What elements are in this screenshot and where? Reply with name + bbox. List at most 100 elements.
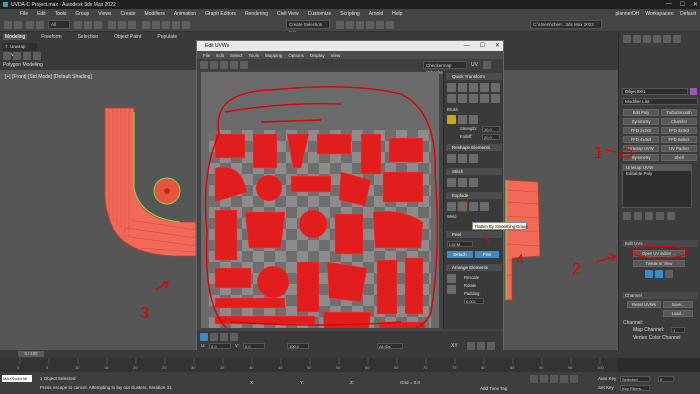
polygon-select-icon[interactable] <box>220 333 228 341</box>
explode-header[interactable]: Explode <box>446 192 502 199</box>
track-bar[interactable]: 0 5 10 15 20 25 30 35 40 45 50 55 60 65 70 75 80 85 90 95 10… <box>0 358 618 372</box>
arnold-icon[interactable] <box>386 21 394 29</box>
percent-snap-icon[interactable] <box>162 21 170 29</box>
previous-frame-icon[interactable] <box>540 375 548 383</box>
align-icon[interactable] <box>182 21 190 29</box>
scale-icon[interactable] <box>128 21 136 29</box>
mesh-right[interactable] <box>505 179 541 301</box>
space-vertical-icon[interactable] <box>491 83 500 92</box>
modifier-list-dropdown[interactable]: Modifier List <box>622 98 698 105</box>
modifier-button-symmetry[interactable]: Symmetry <box>623 118 659 125</box>
ribbon-icon-3[interactable] <box>23 52 31 60</box>
vertex-color-radio[interactable]: Vertex Color Channel <box>633 335 681 341</box>
modifier-button-ffd-4x4x4[interactable]: FFD 4x4x4 <box>623 136 659 143</box>
menu-civil-view[interactable]: Civil View <box>277 11 299 17</box>
stitch-to-target-icon[interactable] <box>447 178 456 187</box>
menu-file[interactable]: File <box>20 11 28 17</box>
modifier-button-shell[interactable]: Shell <box>661 154 697 161</box>
modifier-button-edit-poly[interactable]: Edit Poly <box>623 109 659 116</box>
tweak-icon-1[interactable] <box>645 270 653 278</box>
load-uvs-button[interactable]: Load... <box>663 310 693 317</box>
reset-uvws-button[interactable]: Reset UVWs <box>627 301 661 308</box>
modifier-button-unwrap-uvw[interactable]: Unwrap UVW <box>623 145 659 152</box>
uv-move-icon[interactable] <box>200 61 208 69</box>
rectangle-select-icon[interactable] <box>94 21 102 29</box>
modifier-button-ffd-2x2x2[interactable]: FFD 2x2x2 <box>623 127 659 134</box>
uv-minimize-button[interactable]: — <box>464 41 470 51</box>
next-frame-icon[interactable] <box>560 375 568 383</box>
padding-spinner[interactable]: 0.001 <box>464 298 484 304</box>
quick-transform-header[interactable]: Quick Transform <box>446 73 502 80</box>
open-uv-editor-button[interactable]: Open UV Editor ... <box>633 250 685 257</box>
modifier-button-ffd-3x3x3[interactable]: FFD 3x3x3 <box>661 127 697 134</box>
tweak-in-view-button[interactable]: Tweak In View <box>633 260 685 267</box>
rotate-checkbox[interactable]: Rotate <box>464 283 476 288</box>
rotate-90-icon[interactable] <box>447 94 456 103</box>
relax-icon[interactable] <box>458 154 467 163</box>
ribbon-tab-populate[interactable]: Populate <box>155 34 179 40</box>
viewport-label[interactable]: [+] [Front] [Std Mode] [Default Shading] <box>5 74 92 80</box>
material-editor-icon[interactable] <box>346 21 354 29</box>
rollout-channel[interactable]: Channel <box>622 292 698 299</box>
rollout-edit-uvs[interactable]: Edit UVs <box>622 240 698 247</box>
flip-vertical-icon[interactable] <box>480 94 489 103</box>
zoom-field[interactable]: 100.0 <box>287 343 309 349</box>
uv-menu-tools[interactable]: Tools <box>249 53 260 58</box>
sign-in-user[interactable]: plannerDH <box>615 11 639 17</box>
rotate-neg90-icon[interactable] <box>458 94 467 103</box>
flatten-by-material-id-icon[interactable] <box>469 202 478 211</box>
uv-rotate-icon[interactable] <box>210 61 218 69</box>
map-channel-spinner[interactable]: 1 <box>671 327 685 333</box>
uv-checker-icon[interactable] <box>483 61 491 69</box>
ribbon-tab-modeling[interactable]: Modeling <box>3 34 28 40</box>
menu-scripting[interactable]: Scripting <box>340 11 359 17</box>
rescale-checkbox[interactable]: Rescale <box>464 275 479 280</box>
menu-help[interactable]: Help <box>392 11 402 17</box>
uv-menu-mapping[interactable]: Mapping <box>265 53 282 58</box>
flatten-by-smoothing-group-icon[interactable] <box>457 201 468 212</box>
ribbon-tab-selection[interactable]: Selection <box>76 34 101 40</box>
xy-toggle[interactable]: XY <box>451 343 458 349</box>
schematic-view-icon[interactable] <box>336 21 344 29</box>
polygon-modeling-tab[interactable]: Polygon Modeling <box>3 62 43 68</box>
zoom-extents-icon[interactable] <box>487 342 495 350</box>
texture-dropdown[interactable]: Checkermap (Checker) <box>423 61 467 75</box>
stitch-average-icon[interactable] <box>458 178 467 187</box>
go-to-start-icon[interactable] <box>530 375 538 383</box>
flip-horizontal-icon[interactable] <box>469 94 478 103</box>
modifier-button-uv-packer[interactable]: UV Packer <box>661 145 697 152</box>
menu-rendering[interactable]: Rendering <box>245 11 268 17</box>
flatten-by-polygon-angle-icon[interactable] <box>447 202 456 211</box>
modifier-button-turbosmooth[interactable]: TurboSmooth <box>661 109 697 116</box>
tweak-icon-3[interactable] <box>665 270 673 278</box>
detach-button[interactable]: Detach <box>447 251 473 258</box>
menu-customize[interactable]: Customize <box>308 11 332 17</box>
peel-header[interactable]: Peel <box>446 231 502 238</box>
align-horizontal-icon[interactable] <box>458 83 467 92</box>
undo-icon[interactable] <box>4 21 12 29</box>
menu-animation[interactable]: Animation <box>174 11 196 17</box>
uv-freeform-icon[interactable] <box>230 61 238 69</box>
maximize-button[interactable]: ☐ <box>680 1 685 8</box>
remove-modifier-icon[interactable] <box>656 212 664 220</box>
pan-icon[interactable] <box>467 342 475 350</box>
link-icon[interactable] <box>26 21 34 29</box>
modifier-button-ffd-select[interactable]: FFD Select <box>661 136 697 143</box>
save-uvs-button[interactable]: Save... <box>663 301 693 308</box>
menu-graph-editors[interactable]: Graph Editors <box>205 11 236 17</box>
configure-sets-icon[interactable] <box>667 212 675 220</box>
straighten-selection-icon[interactable] <box>447 154 456 163</box>
uv-close-button[interactable]: ✕ <box>495 41 500 51</box>
unlink-icon[interactable] <box>36 21 44 29</box>
stitch-source-icon[interactable] <box>469 178 478 187</box>
object-name-field[interactable]: Object001 <box>622 88 688 95</box>
edit-dropdown[interactable]: 7. Unwrap UVW <box>3 43 37 57</box>
time-slider[interactable]: 0 / 100 <box>0 350 700 358</box>
ribbon-tab-object-paint[interactable]: Object Paint <box>112 34 143 40</box>
uv-mirror-icon[interactable] <box>240 61 248 69</box>
pinch-brush-icon[interactable] <box>469 115 478 124</box>
uv-menu-options[interactable]: Options <box>288 53 304 58</box>
project-path-field[interactable]: C:\Users\cherr...3ds Max 2022 <box>530 20 602 29</box>
relax-brush-icon[interactable] <box>458 115 467 124</box>
pins-button[interactable]: Pins <box>475 251 499 258</box>
